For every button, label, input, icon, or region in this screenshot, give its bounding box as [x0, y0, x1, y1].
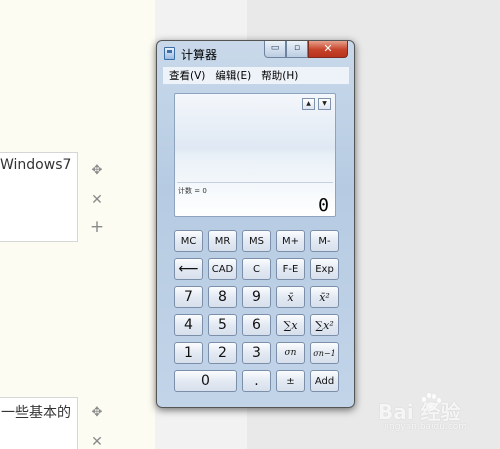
window-title: 计算器 [181, 48, 218, 62]
calculator-display: ▲ ▼ 计数 = 0 0 [174, 93, 336, 217]
menu-help[interactable]: 帮助(H) [255, 68, 302, 83]
key-cad[interactable]: CAD [208, 258, 237, 280]
key-std-dev-n[interactable]: σn [276, 342, 305, 364]
menu-bar: 查看(V) 编辑(E) 帮助(H) [163, 67, 349, 84]
move-icon[interactable]: ✥ [89, 163, 105, 179]
text-block-2-content: 一些基本的 [1, 405, 71, 421]
minimize-button[interactable]: ▭ [264, 41, 286, 58]
watermark-url: jingyan.baidu.com [384, 422, 468, 432]
key-add[interactable]: Add [310, 370, 339, 392]
display-divider [177, 182, 333, 183]
close-button[interactable]: ✕ [308, 41, 348, 58]
close-icon[interactable]: ✕ [89, 434, 105, 449]
key-sum-square[interactable]: ∑x² [310, 314, 339, 336]
key-f-e[interactable]: F-E [276, 258, 305, 280]
key-5[interactable]: 5 [208, 314, 237, 336]
history-down-button[interactable]: ▼ [318, 98, 331, 110]
key-sum[interactable]: ∑x [276, 314, 305, 336]
key-m-plus[interactable]: M+ [276, 230, 305, 252]
key-exp[interactable]: Exp [310, 258, 339, 280]
menu-view[interactable]: 查看(V) [163, 68, 209, 83]
calculator-window: 计算器 ▭ ▫ ✕ 查看(V) 编辑(E) 帮助(H) ▲ ▼ 计数 = 0 0… [156, 40, 355, 408]
display-value: 0 [318, 195, 329, 216]
watermark: Bai 经验 [378, 400, 461, 424]
key-c[interactable]: C [242, 258, 271, 280]
key-3[interactable]: 3 [242, 342, 271, 364]
key-6[interactable]: 6 [242, 314, 271, 336]
key-1[interactable]: 1 [174, 342, 203, 364]
text-block-2[interactable]: 一些基本的 [0, 397, 78, 449]
key-mean[interactable]: x̄ [276, 286, 305, 308]
key-m-minus[interactable]: M- [310, 230, 339, 252]
key-8[interactable]: 8 [208, 286, 237, 308]
text-block-1[interactable]: Windows7 [0, 152, 78, 242]
key-decimal[interactable]: . [242, 370, 271, 392]
key-2[interactable]: 2 [208, 342, 237, 364]
calculator-icon [164, 47, 175, 60]
key-7[interactable]: 7 [174, 286, 203, 308]
count-label: 计数 = 0 [178, 187, 207, 195]
key-4[interactable]: 4 [174, 314, 203, 336]
keypad: MC MR MS M+ M- ⟵ CAD C F-E Exp 7 8 9 x̄ … [174, 230, 339, 398]
key-mean-square[interactable]: x̄² [310, 286, 339, 308]
key-std-dev-n-1[interactable]: σn−1 [310, 342, 339, 364]
text-block-1-content: Windows7 [0, 157, 72, 173]
key-backspace[interactable]: ⟵ [174, 258, 203, 280]
key-mr[interactable]: MR [208, 230, 237, 252]
title-bar[interactable]: 计算器 ▭ ▫ ✕ [157, 41, 354, 65]
menu-edit[interactable]: 编辑(E) [209, 68, 255, 83]
plus-icon[interactable]: + [89, 219, 105, 236]
key-mc[interactable]: MC [174, 230, 203, 252]
maximize-button[interactable]: ▫ [286, 41, 308, 58]
key-plus-minus[interactable]: ± [276, 370, 305, 392]
key-0[interactable]: 0 [174, 370, 237, 392]
close-icon[interactable]: ✕ [89, 192, 105, 208]
key-9[interactable]: 9 [242, 286, 271, 308]
window-controls: ▭ ▫ ✕ [264, 41, 348, 59]
history-up-button[interactable]: ▲ [302, 98, 315, 110]
move-icon[interactable]: ✥ [89, 405, 105, 421]
key-ms[interactable]: MS [242, 230, 271, 252]
